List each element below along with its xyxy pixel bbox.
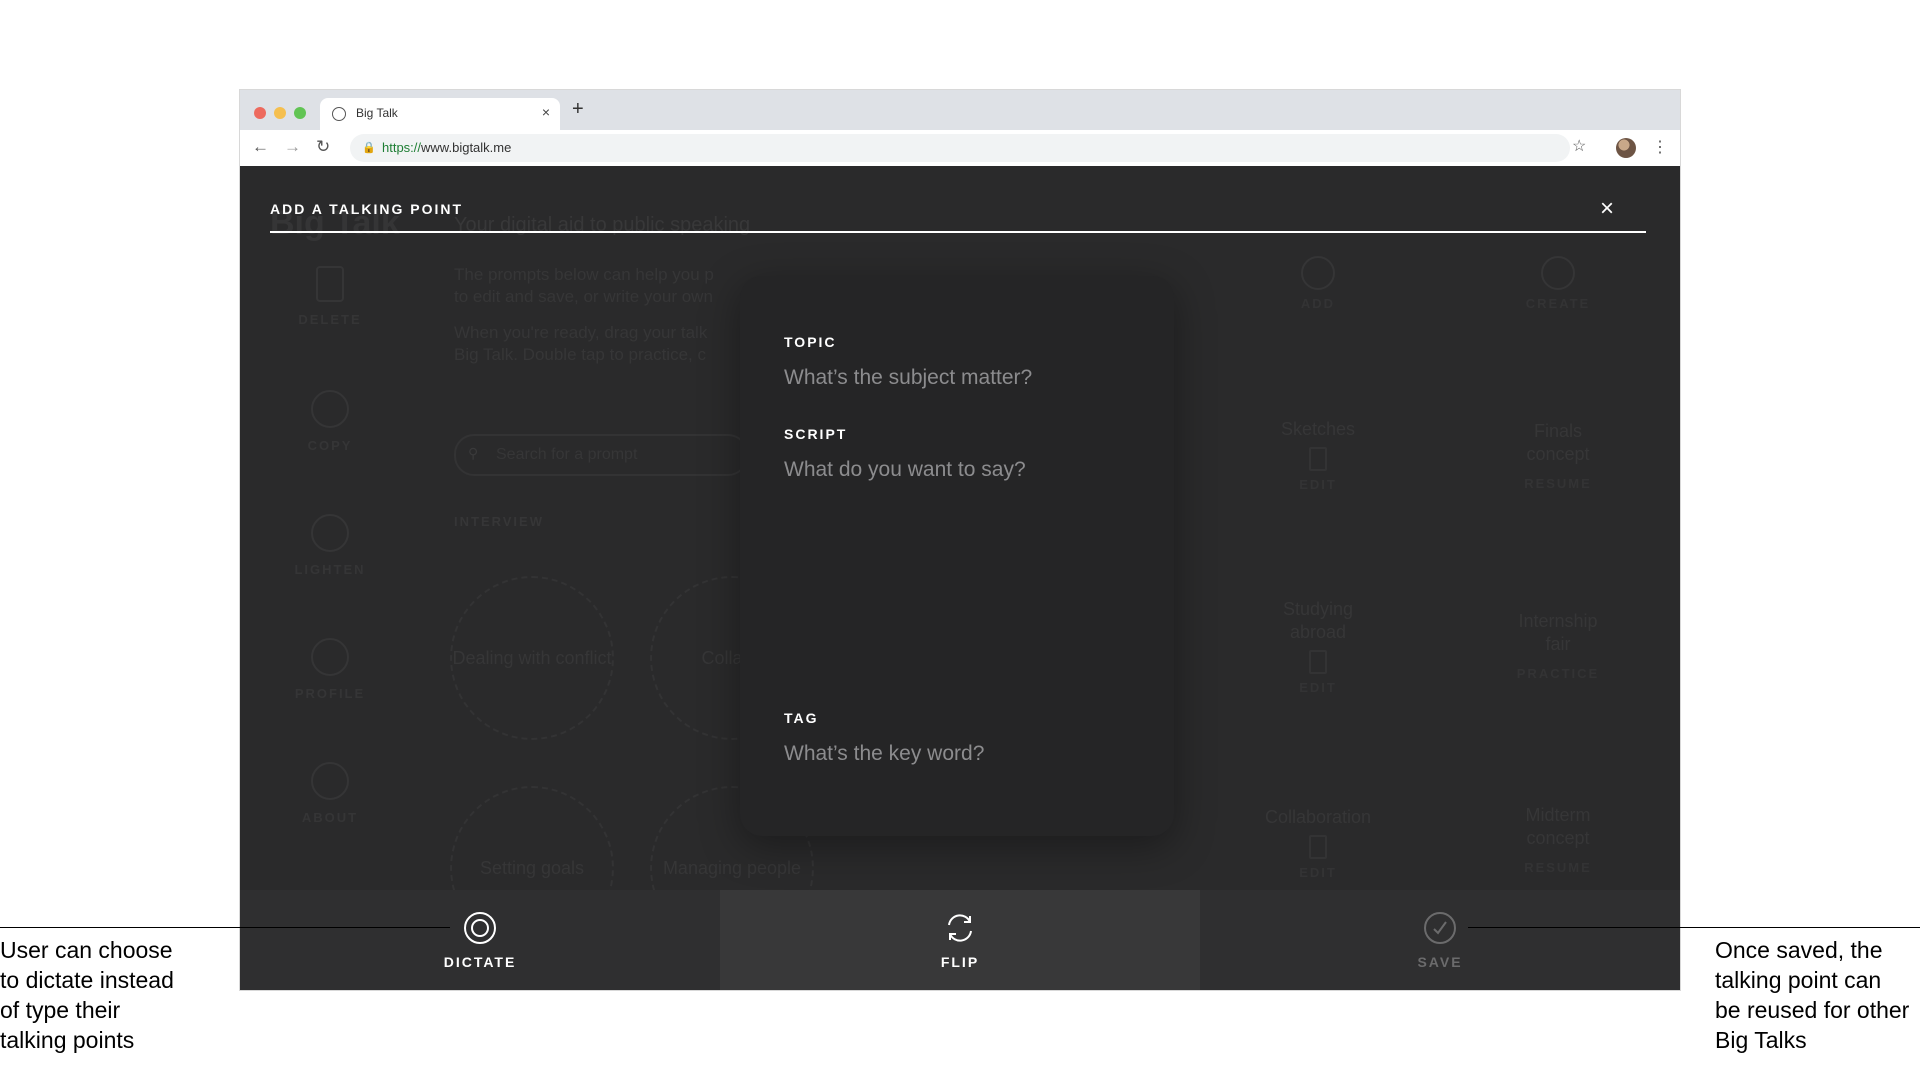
tag-label: TAG	[784, 710, 819, 726]
flip-label: FLIP	[940, 954, 980, 970]
maximize-window-button[interactable]	[294, 107, 306, 119]
reload-icon[interactable]: ↻	[316, 137, 330, 157]
bookmark-star-icon[interactable]: ☆	[1572, 136, 1586, 156]
dictate-label: DICTATE	[443, 954, 517, 970]
save-button[interactable]: SAVE	[1200, 890, 1680, 990]
saved-talk: Collaboration EDIT	[1264, 807, 1372, 880]
back-arrow-icon[interactable]: ←	[252, 137, 269, 157]
add-icon	[1301, 256, 1335, 290]
sidebar-item-lighten: LIGHTEN	[270, 514, 390, 577]
saved-talk: Finals concept RESUME	[1524, 421, 1592, 491]
checkmark-circle-icon	[1424, 912, 1456, 944]
browser-menu-icon[interactable]: ⋮	[1652, 137, 1668, 157]
url-text[interactable]: https://www.bigtalk.me	[382, 140, 511, 155]
left-annotation: User can choose to dictate instead of ty…	[0, 937, 174, 1053]
prompt-bubble: Dealing with conflict	[450, 576, 614, 740]
search-placeholder: Search for a prompt	[496, 446, 638, 463]
page-viewport: Big Talk Your digital aid to public spea…	[240, 166, 1680, 990]
save-label: SAVE	[1417, 954, 1463, 970]
action-bar: DICTATE FLIP SAVE	[240, 890, 1680, 990]
saved-talk: Internship fair PRACTICE	[1516, 611, 1600, 681]
document-icon	[1309, 650, 1327, 674]
tag-input[interactable]: What’s the key word?	[784, 742, 1144, 766]
sidebar-item-profile: PROFILE	[270, 638, 390, 701]
tab-title: Big Talk	[356, 106, 398, 120]
refresh-arrows-icon	[948, 914, 972, 942]
flip-button[interactable]: FLIP	[720, 890, 1200, 990]
profile-avatar[interactable]	[1616, 138, 1636, 158]
sidebar-item-about: ABOUT	[270, 762, 390, 825]
sidebar-item-delete: DELETE	[270, 266, 390, 327]
browser-window: Big Talk × + ← → ↻ 🔒 https://www.bigtalk…	[240, 90, 1680, 990]
add-action: ADD	[1248, 256, 1388, 311]
lock-icon: 🔒	[362, 142, 376, 154]
minimize-window-button[interactable]	[274, 107, 286, 119]
script-input[interactable]: What do you want to say?	[784, 458, 1144, 658]
forward-arrow-icon[interactable]: →	[284, 137, 301, 157]
intro-paragraph-2: When you're ready, drag your talk Big Tal…	[454, 323, 708, 364]
right-callout-line	[1468, 927, 1920, 928]
url-scheme: https://	[382, 140, 422, 155]
intro-paragraph-1: The prompts below can help you p to edit …	[454, 265, 714, 306]
trash-icon	[316, 266, 344, 302]
new-tab-button[interactable]: +	[572, 98, 584, 121]
topic-input[interactable]: What’s the subject matter?	[784, 366, 1144, 390]
copy-icon	[311, 390, 349, 428]
script-label: SCRIPT	[784, 426, 848, 442]
sun-icon	[311, 514, 349, 552]
prompt-search-input: ⚲ Search for a prompt	[454, 434, 748, 476]
close-icon[interactable]: ×	[1600, 197, 1614, 221]
saved-talk: Sketches EDIT	[1280, 419, 1356, 492]
topic-label: TOPIC	[784, 334, 837, 350]
right-annotation: Once saved, the talking point can be reu…	[1715, 937, 1910, 1053]
tab-strip: Big Talk × +	[240, 90, 1680, 130]
question-icon	[311, 762, 349, 800]
document-icon	[1309, 447, 1327, 471]
browser-tab[interactable]: Big Talk ×	[320, 98, 560, 130]
microphone-circle-icon	[464, 912, 496, 944]
person-icon	[311, 638, 349, 676]
dictate-button[interactable]: DICTATE	[240, 890, 720, 990]
document-icon	[1309, 835, 1327, 859]
address-bar[interactable]: 🔒 https://www.bigtalk.me	[350, 134, 1570, 162]
sidebar-item-copy: COPY	[270, 390, 390, 453]
talking-point-card: TOPIC What’s the subject matter? SCRIPT …	[740, 276, 1174, 836]
search-icon: ⚲	[468, 445, 479, 461]
modal-title: ADD A TALKING POINT	[270, 201, 464, 217]
create-action: CREATE	[1488, 256, 1628, 311]
saved-talk: Studying abroad EDIT	[1282, 599, 1354, 695]
tab-interview: INTERVIEW	[454, 514, 544, 529]
url-host: www.bigtalk.me	[421, 140, 512, 155]
modal-header: ADD A TALKING POINT ×	[270, 197, 1646, 221]
tab-close-icon[interactable]: ×	[542, 104, 550, 120]
modal-divider	[270, 231, 1646, 233]
saved-talk: Midterm concept RESUME	[1524, 805, 1592, 875]
create-icon	[1541, 256, 1575, 290]
globe-icon	[332, 107, 346, 121]
browser-toolbar: ← → ↻ 🔒 https://www.bigtalk.me ☆ ⋮	[240, 130, 1680, 166]
left-callout-line	[0, 927, 450, 928]
close-window-button[interactable]	[254, 107, 266, 119]
